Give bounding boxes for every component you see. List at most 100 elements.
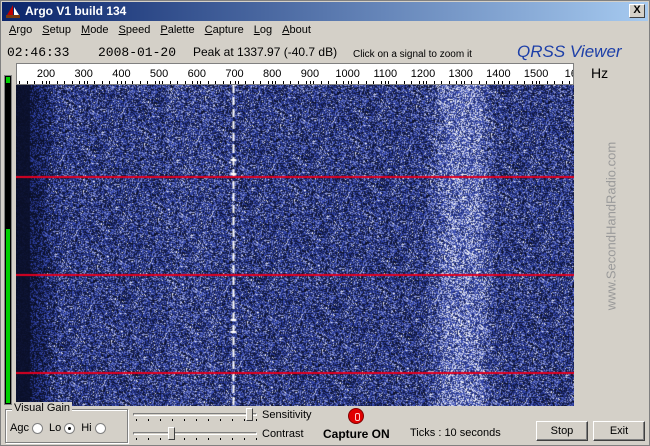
sensitivity-slider[interactable] xyxy=(133,408,257,422)
contrast-slider[interactable] xyxy=(133,427,257,441)
scale-minor-tick xyxy=(561,81,563,84)
agc-label: Agc xyxy=(10,422,29,434)
scale-minor-tick xyxy=(380,81,382,84)
ship-icon xyxy=(6,5,20,18)
menu-item-argo[interactable]: Argo xyxy=(4,23,37,41)
lo-radio[interactable] xyxy=(64,422,76,434)
scale-tick-label: 1500 xyxy=(523,68,549,80)
scale-minor-tick xyxy=(282,81,284,84)
menu-item-palette[interactable]: Palette xyxy=(155,23,199,41)
control-panel: Visual Gain Agc Lo Hi Sensitivity Contra… xyxy=(1,402,649,446)
scale-minor-tick xyxy=(373,81,375,84)
scale-minor-tick xyxy=(388,81,390,84)
capture-record-icon xyxy=(348,408,364,424)
menu-bar: Argo Setup Mode Speed Palette Capture Log About xyxy=(4,23,316,41)
scale-minor-tick xyxy=(132,81,134,84)
scale-minor-tick xyxy=(56,81,58,84)
scale-minor-tick xyxy=(230,81,232,84)
zoom-hint: Click on a signal to zoom it xyxy=(353,49,472,60)
scale-minor-tick xyxy=(335,81,337,84)
scale-minor-tick xyxy=(297,81,299,84)
frequency-scale[interactable]: 200 300 400 500 600 700 800 900 1000 1100 1200 1300… xyxy=(16,63,574,85)
website-watermark: www.SecondHandRadio.com xyxy=(599,121,623,331)
scale-minor-tick xyxy=(49,81,51,84)
contrast-label: Contrast xyxy=(262,428,304,440)
lo-label: Lo xyxy=(48,422,62,434)
scale-minor-tick xyxy=(34,81,36,84)
scale-minor-tick xyxy=(199,81,201,84)
scale-minor-tick xyxy=(162,81,164,84)
exit-button[interactable]: Exit xyxy=(593,421,645,441)
scale-minor-tick xyxy=(64,81,66,84)
contrast-slider-thumb[interactable] xyxy=(168,427,176,440)
frequency-unit: Hz xyxy=(591,65,609,81)
scale-tick-label: 160 xyxy=(564,68,573,80)
sensitivity-slider-thumb[interactable] xyxy=(246,408,254,421)
scale-minor-tick xyxy=(260,81,262,84)
scale-tick-label: 200 xyxy=(36,68,56,80)
level-meter-peak xyxy=(6,77,10,83)
agc-radio[interactable] xyxy=(31,422,43,434)
close-button[interactable]: X xyxy=(629,4,645,18)
scale-tick-label: 700 xyxy=(225,68,244,80)
waterfall-display[interactable] xyxy=(16,85,574,406)
hi-radio[interactable] xyxy=(94,422,106,434)
scale-minor-tick xyxy=(207,81,209,84)
info-bar: 02:46:33 2008-01-20 Peak at 1337.97 (-40… xyxy=(1,42,649,64)
menu-item-about[interactable]: About xyxy=(277,23,316,41)
scale-minor-tick xyxy=(411,81,413,84)
scale-minor-tick xyxy=(19,81,20,84)
menu-item-setup[interactable]: Setup xyxy=(37,23,76,41)
scale-minor-tick xyxy=(509,81,511,84)
waterfall-canvas[interactable] xyxy=(16,85,574,406)
scale-tick-label: 1400 xyxy=(486,68,511,80)
sensitivity-label: Sensitivity xyxy=(262,409,312,421)
hi-label: Hi xyxy=(81,422,92,434)
visual-gain-label: Visual Gain xyxy=(12,402,73,414)
scale-minor-tick xyxy=(531,81,533,84)
menu-item-speed[interactable]: Speed xyxy=(114,23,156,41)
scale-minor-tick xyxy=(441,81,443,84)
scale-minor-tick xyxy=(456,81,458,84)
scale-minor-tick xyxy=(516,81,518,84)
scale-minor-tick xyxy=(426,81,428,84)
scale-minor-tick xyxy=(117,81,119,84)
scale-minor-tick xyxy=(124,81,126,84)
scale-minor-tick xyxy=(524,81,526,84)
scale-minor-tick xyxy=(184,81,186,84)
scale-minor-tick xyxy=(396,81,397,84)
scale-minor-tick xyxy=(418,81,420,84)
stop-button[interactable]: Stop xyxy=(536,421,588,441)
ticks-readout: Ticks : 10 seconds xyxy=(410,427,501,439)
scale-tick-label: 800 xyxy=(263,68,282,80)
scale-tick-label: 900 xyxy=(300,68,320,80)
scale-minor-tick xyxy=(471,81,473,84)
scale-tick-label: 1100 xyxy=(373,68,398,80)
current-date: 2008-01-20 xyxy=(98,45,177,60)
scale-tick-label: 1300 xyxy=(448,68,473,80)
scale-minor-tick xyxy=(252,81,254,84)
scale-minor-tick xyxy=(358,81,360,84)
scale-minor-tick xyxy=(328,81,330,84)
scale-minor-tick xyxy=(313,81,315,84)
scale-minor-tick xyxy=(109,81,111,84)
scale-minor-tick xyxy=(463,81,465,84)
scale-minor-tick xyxy=(147,81,149,84)
scale-tick-label: 400 xyxy=(112,68,131,80)
scale-minor-tick xyxy=(215,81,217,84)
scale-minor-tick xyxy=(343,81,345,84)
menu-item-log[interactable]: Log xyxy=(249,23,277,41)
scale-minor-tick xyxy=(222,81,224,84)
ticks-value: : 10 seconds xyxy=(438,427,501,439)
scale-minor-tick xyxy=(177,81,179,84)
scale-tick-label: 1000 xyxy=(335,68,360,80)
menu-item-capture[interactable]: Capture xyxy=(200,23,249,41)
scale-minor-tick xyxy=(86,81,88,84)
scale-minor-tick xyxy=(154,81,156,84)
scale-minor-tick xyxy=(169,81,171,84)
scale-minor-tick xyxy=(79,81,81,84)
scale-minor-tick xyxy=(569,81,571,84)
scale-minor-tick xyxy=(245,81,247,84)
main-window: Argo V1 build 134 X Argo Setup Mode Speed Pa… xyxy=(0,0,650,446)
menu-item-mode[interactable]: Mode xyxy=(76,23,114,41)
